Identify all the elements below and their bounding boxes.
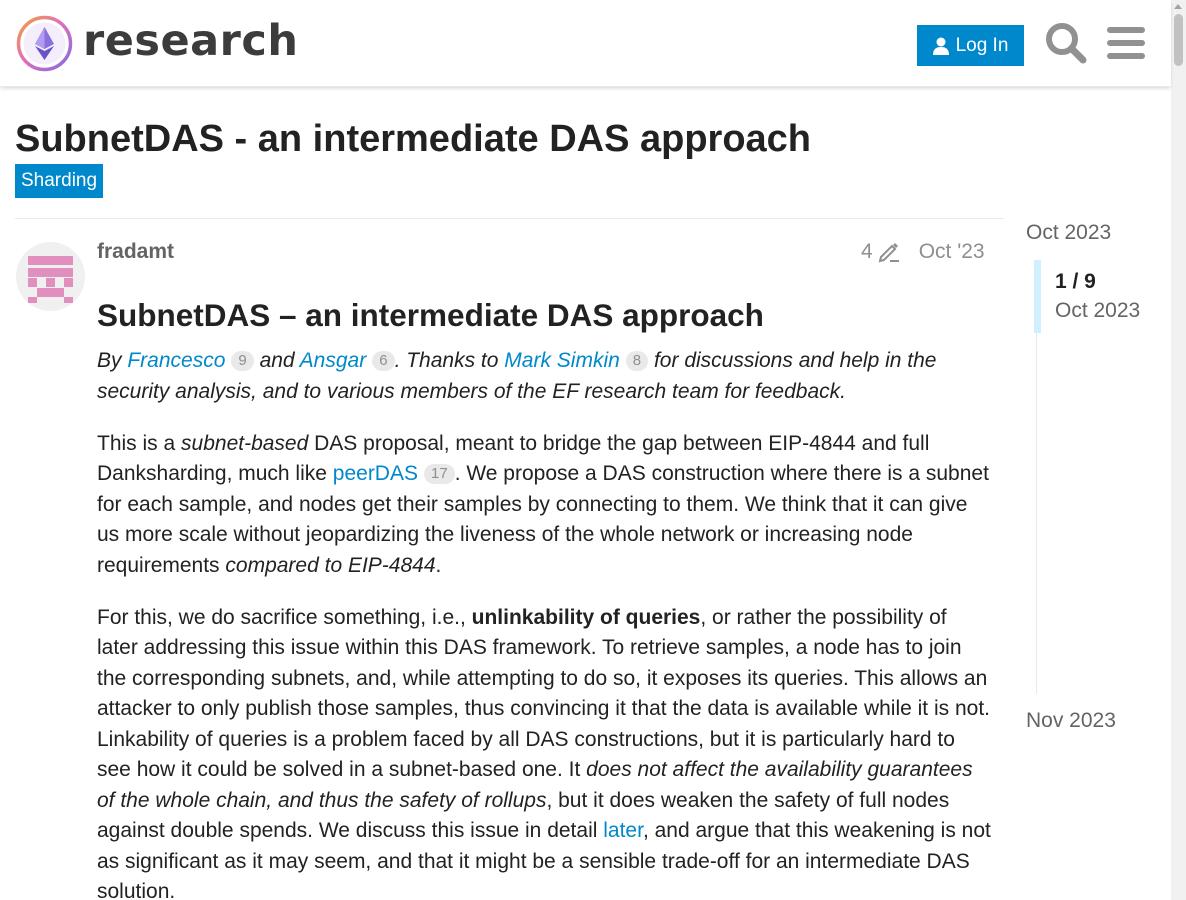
- emphasis-text: subnet-based: [181, 431, 309, 455]
- post-meta: 4 Oct '23: [861, 240, 985, 264]
- edit-count[interactable]: 4: [861, 240, 873, 264]
- hamburger-menu-icon[interactable]: [1107, 26, 1145, 60]
- category-badge[interactable]: Sharding: [15, 164, 104, 198]
- link-click-count: 6: [372, 351, 395, 371]
- topic-title[interactable]: SubnetDAS - an intermediate DAS approach: [15, 118, 811, 161]
- timeline-current-date: Oct 2023: [1055, 299, 1141, 322]
- post-body: SubnetDAS – an intermediate DAS approach…: [97, 296, 992, 900]
- paragraph-text: This is a: [97, 431, 182, 455]
- link-click-count: 17: [424, 464, 455, 484]
- peerdas-link[interactable]: peerDAS: [333, 462, 418, 485]
- emphasis-text: compared to EIP-4844: [225, 553, 436, 577]
- avatar[interactable]: [16, 242, 85, 311]
- tradeoff-paragraph: For this, we do sacrifice something, i.e…: [97, 603, 992, 900]
- site-logo[interactable]: research: [16, 15, 298, 72]
- timeline-start-date[interactable]: Oct 2023: [1026, 221, 1111, 245]
- credits-and-text: and: [253, 349, 300, 372]
- timeline-scroller-handle[interactable]: [1034, 260, 1041, 333]
- scrollbar-thumb[interactable]: [1174, 14, 1183, 66]
- paragraph-text: For this, we do sacrifice something, i.e…: [97, 605, 472, 629]
- link-click-count: 9: [231, 351, 254, 371]
- scroll-up-arrow-icon[interactable]: [1174, 4, 1182, 9]
- timeline-position: 1 / 9: [1055, 270, 1096, 293]
- paragraph-text: , or rather the possibility of later add…: [97, 605, 990, 782]
- log-in-label: Log In: [955, 34, 1009, 56]
- bold-text: unlinkability of queries: [471, 605, 701, 629]
- author-link-ansgar[interactable]: Ansgar: [300, 349, 367, 372]
- page-scrollbar[interactable]: [1171, 0, 1186, 900]
- credits-thanks-text: . Thanks to: [394, 349, 505, 372]
- credits-paragraph: By Francesco 9 and Ansgar 6. Thanks to Mar…: [97, 346, 992, 407]
- logo-text: research: [83, 16, 299, 66]
- credits-by-text: By: [97, 349, 128, 372]
- post-username[interactable]: fradamt: [97, 240, 174, 264]
- ethereum-research-logo-icon: [16, 15, 73, 72]
- timeline-end-date[interactable]: Nov 2023: [1026, 709, 1116, 733]
- pencil-icon[interactable]: [878, 241, 900, 263]
- intro-paragraph: This is a subnet-based DAS proposal, mea…: [97, 429, 992, 582]
- user-icon: [932, 37, 949, 55]
- post-heading: SubnetDAS – an intermediate DAS approach: [97, 297, 764, 333]
- post-date[interactable]: Oct '23: [919, 240, 985, 264]
- later-link[interactable]: later: [603, 819, 643, 842]
- site-header: research Log In: [0, 0, 1171, 87]
- author-link-francesco[interactable]: Francesco: [127, 349, 225, 372]
- log-in-button[interactable]: Log In: [917, 25, 1024, 66]
- search-icon[interactable]: [1045, 22, 1087, 64]
- link-click-count: 8: [625, 351, 649, 371]
- paragraph-text: .: [435, 553, 442, 577]
- title-divider: [15, 218, 1004, 219]
- author-link-mark-simkin[interactable]: Mark Simkin: [504, 349, 620, 372]
